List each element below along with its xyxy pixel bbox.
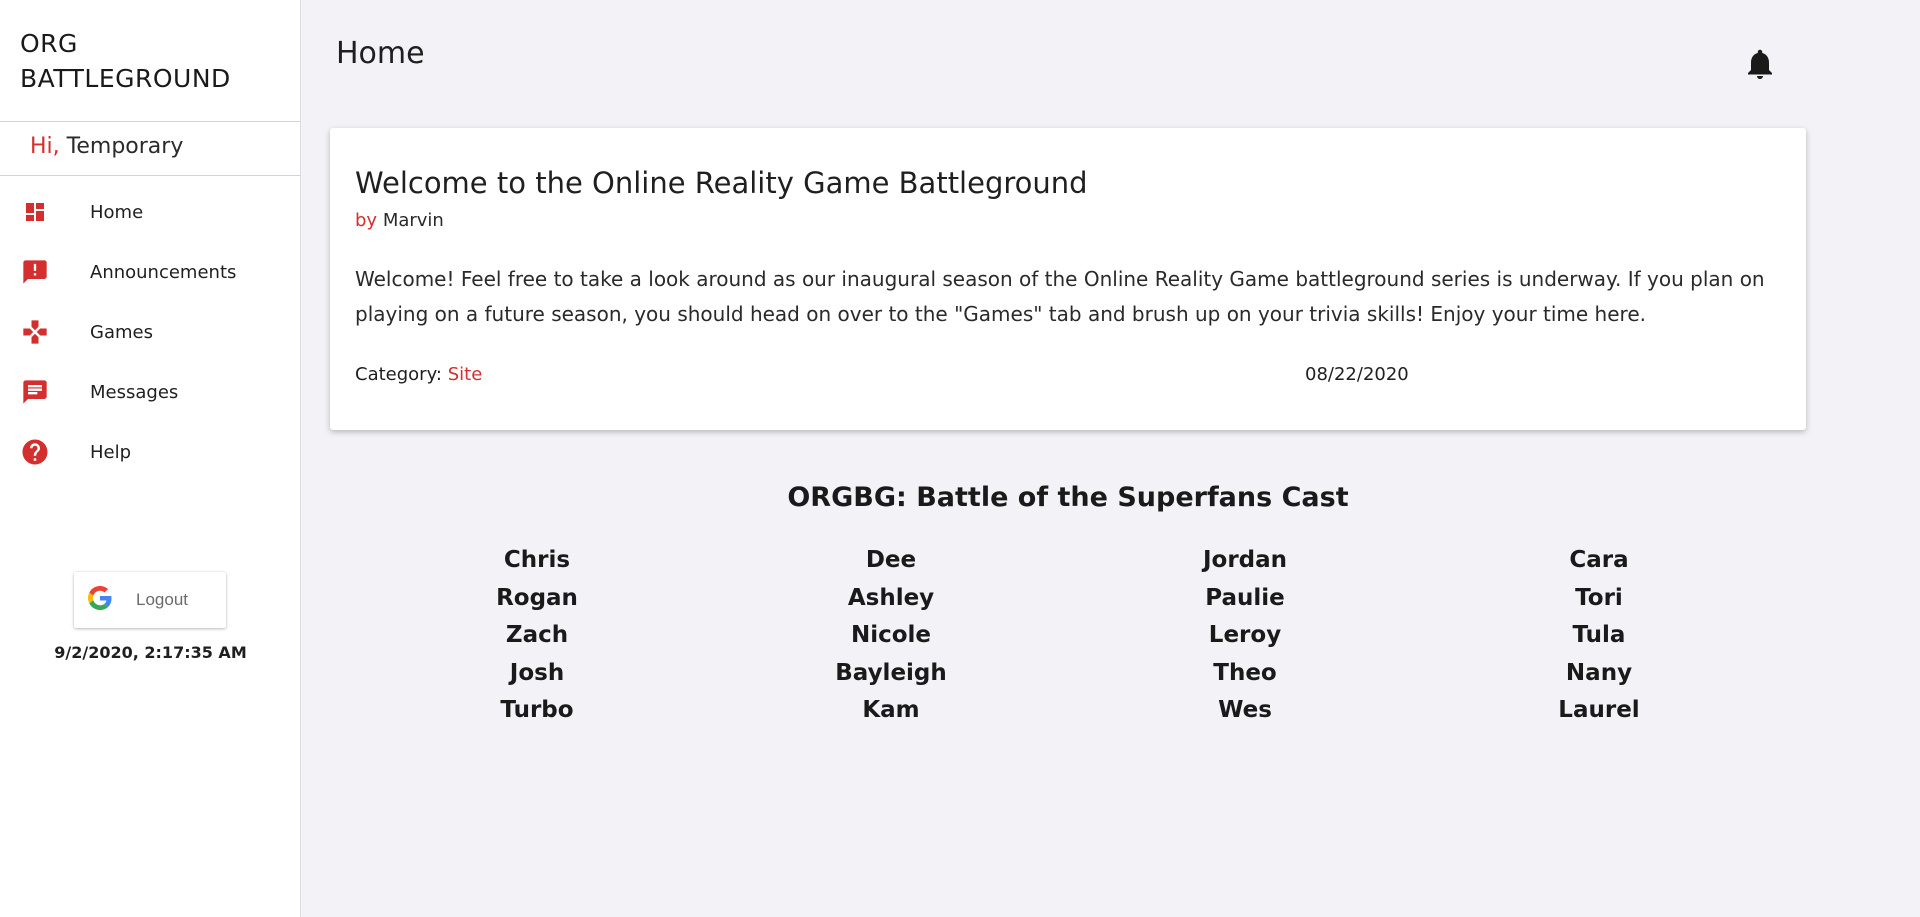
- sidebar-item-label: Home: [90, 201, 144, 223]
- brand-logo-text: ORG BATTLEGROUND: [0, 0, 300, 122]
- logout-label: Logout: [136, 590, 188, 609]
- cast-member: Leroy: [1208, 622, 1282, 648]
- sidebar-item-label: Announcements: [90, 261, 237, 283]
- cast-member: Jordan: [1202, 547, 1288, 573]
- sidebar-item-help[interactable]: Help: [0, 422, 300, 482]
- cast-member: Nany: [1565, 659, 1633, 686]
- announcement-byline: by Marvin: [355, 210, 444, 231]
- announcement-body: Welcome! Feel free to take a look around…: [355, 267, 1765, 326]
- category-value[interactable]: Site: [448, 364, 483, 385]
- cast-member: Bayleigh: [835, 659, 947, 686]
- cast-column: Jordan Paulie Leroy Theo Wes: [1068, 542, 1422, 730]
- sidebar-item-games[interactable]: Games: [0, 302, 300, 362]
- cast-member: Nicole: [850, 622, 932, 648]
- cast-member: Tula: [1572, 622, 1626, 648]
- cast-grid: Chris Rogan Zach Josh Turbo Dee Ashley N…: [330, 542, 1806, 730]
- sidebar-item-label: Help: [90, 441, 132, 463]
- cast-member: Rogan: [496, 584, 578, 611]
- message-icon: [20, 377, 50, 407]
- cast-member: Ashley: [847, 584, 935, 611]
- announcement-category: Category: Site: [355, 364, 482, 385]
- cast-member: Zach: [505, 622, 569, 648]
- byline-prefix: by: [355, 210, 378, 231]
- cast-member: Paulie: [1205, 584, 1285, 611]
- announcement-author: Marvin: [382, 210, 444, 231]
- notification-bell-icon[interactable]: [1742, 44, 1778, 84]
- cast-member: Tori: [1575, 584, 1623, 611]
- announcement-icon: [20, 257, 50, 287]
- announcement-card: Welcome to the Online Reality Game Battl…: [330, 128, 1806, 430]
- cast-member: Kam: [862, 697, 920, 723]
- cast-member: Laurel: [1558, 697, 1640, 723]
- category-label: Category:: [355, 364, 442, 385]
- sidebar-item-label: Messages: [90, 381, 179, 403]
- user-greeting: Hi, Temporary: [0, 122, 300, 176]
- current-timestamp: 9/2/2020, 2:17:35 AM: [54, 643, 247, 662]
- sidebar-item-home[interactable]: Home: [0, 182, 300, 242]
- announcement-date: 08/22/2020: [1305, 364, 1409, 385]
- greeting-username: Temporary: [66, 134, 184, 159]
- logout-button[interactable]: Logout: [74, 572, 226, 628]
- sidebar-item-label: Games: [90, 321, 153, 343]
- gamepad-icon: [20, 317, 50, 347]
- sidebar: ORG BATTLEGROUND Hi, Temporary Home Anno…: [0, 0, 301, 917]
- cast-member: Wes: [1218, 697, 1272, 723]
- cast-column: Dee Ashley Nicole Bayleigh Kam: [714, 542, 1068, 730]
- cast-member: Cara: [1569, 547, 1629, 573]
- sidebar-item-announcements[interactable]: Announcements: [0, 242, 300, 302]
- help-icon: [20, 437, 50, 467]
- sidebar-item-messages[interactable]: Messages: [0, 362, 300, 422]
- announcement-title: Welcome to the Online Reality Game Battl…: [355, 166, 1088, 200]
- brand-line-1: ORG: [20, 29, 78, 58]
- sidebar-nav: Home Announcements Games Messages Help: [0, 176, 300, 482]
- greeting-prefix: Hi,: [30, 134, 60, 159]
- cast-title: ORGBG: Battle of the Superfans Cast: [787, 482, 1349, 513]
- brand-line-2: BATTLEGROUND: [20, 64, 231, 93]
- cast-member: Josh: [509, 659, 565, 686]
- google-icon: [88, 586, 112, 614]
- dashboard-icon: [20, 197, 50, 227]
- cast-member: Turbo: [500, 697, 574, 723]
- cast-column: Cara Tori Tula Nany Laurel: [1422, 542, 1776, 730]
- cast-member: Theo: [1213, 659, 1277, 686]
- cast-column: Chris Rogan Zach Josh Turbo: [360, 542, 714, 730]
- cast-member: Chris: [503, 547, 571, 573]
- page-title: Home: [336, 36, 425, 71]
- cast-member: Dee: [865, 547, 917, 573]
